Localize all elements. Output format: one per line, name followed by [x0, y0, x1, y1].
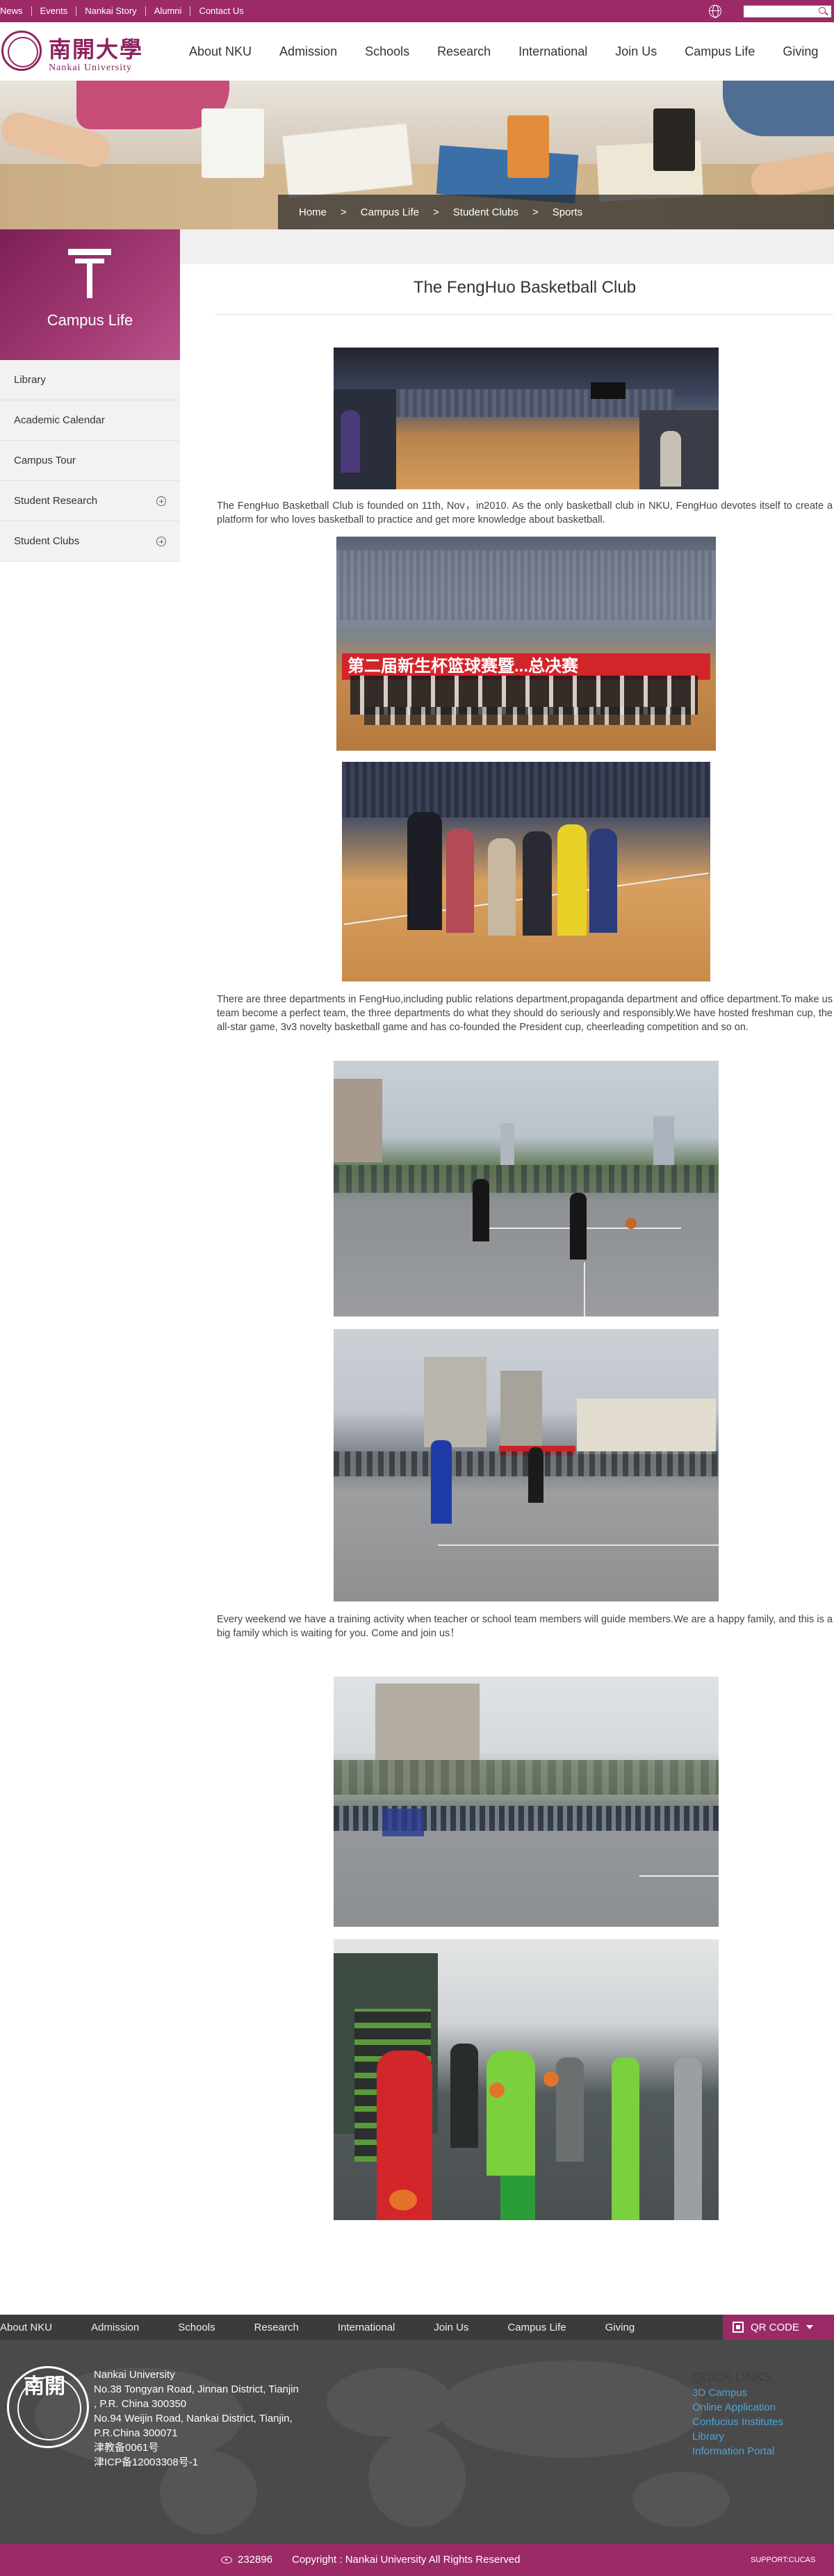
footer: 南開 Nankai University No.38 Tongyan Road,…	[0, 2340, 834, 2544]
photo-indoor-arena	[334, 348, 719, 489]
footer-address-line: , P.R. China 300350	[94, 2398, 187, 2410]
sidebar-item-label: Campus Tour	[14, 455, 76, 466]
footer-bottom-bar: 232896 Copyright : Nankai University All…	[0, 2544, 834, 2576]
title-divider	[215, 314, 834, 315]
search-input[interactable]	[744, 6, 831, 17]
photo-team-group-banner: 第二届新生杯篮球赛暨...总决赛	[336, 537, 716, 751]
sidebar-title: Campus Life	[47, 311, 133, 329]
top-link-events[interactable]: Events	[32, 6, 77, 16]
campus-life-emblem-icon	[68, 249, 111, 299]
photo-team-huddle	[342, 762, 710, 981]
visit-counter: 232896	[238, 2554, 273, 2566]
copyright-text: Copyright : Nankai University All Rights…	[292, 2554, 521, 2566]
main-nav: About NKU Admission Schools Research Int…	[189, 22, 818, 81]
photo-outdoor-game-1	[334, 1061, 719, 1316]
nav-about-nku[interactable]: About NKU	[189, 44, 252, 59]
footer-address-line: No.38 Tongyan Road, Jinnan District, Tia…	[94, 2383, 299, 2395]
nav-join-us[interactable]: Join Us	[615, 44, 657, 59]
logo-english-name[interactable]: Nankai University	[49, 63, 132, 74]
sidebar-item-student-research[interactable]: Student Research	[0, 481, 180, 521]
breadcrumb-separator: >	[341, 206, 347, 218]
photo-arcade-basketball	[334, 1939, 719, 2220]
footer-nav-campus-life[interactable]: Campus Life	[507, 2322, 566, 2333]
top-link-contact-us[interactable]: Contact Us	[190, 6, 252, 16]
footer-nav-admission[interactable]: Admission	[91, 2322, 139, 2333]
top-links: News Events Nankai Story Alumni Contact …	[0, 0, 252, 22]
header: 南開大學 Nankai University About NKU Admissi…	[0, 22, 834, 81]
sidebar-item-label: Student Clubs	[14, 535, 80, 547]
breadcrumb-student-clubs[interactable]: Student Clubs	[453, 206, 518, 218]
content-header-band	[180, 229, 834, 264]
nav-research[interactable]: Research	[437, 44, 491, 59]
quick-link-confucius-institutes[interactable]: Confucius Institutes	[692, 2415, 783, 2429]
footer-nav-about-nku[interactable]: About NKU	[0, 2322, 52, 2333]
quick-link-library[interactable]: Library	[692, 2429, 783, 2444]
university-seal-logo[interactable]	[1, 31, 42, 71]
footer-nav: About NKU Admission Schools Research Int…	[0, 2315, 834, 2340]
top-link-alumni[interactable]: Alumni	[146, 6, 191, 16]
sidebar-item-student-clubs[interactable]: Student Clubs	[0, 521, 180, 562]
sidebar-item-label: Student Research	[14, 495, 98, 507]
footer-address-line[interactable]: 津ICP备12003308号-1	[94, 2455, 344, 2470]
photo-outdoor-game-3	[334, 1677, 719, 1927]
article-paragraph-2: There are three departments in FengHuo,i…	[217, 994, 833, 1033]
banner-image: Home > Campus Life > Student Clubs > Spo…	[0, 81, 834, 229]
footer-nav-research[interactable]: Research	[254, 2322, 299, 2333]
sidebar-item-label: Academic Calendar	[14, 414, 105, 426]
footer-nav-schools[interactable]: Schools	[178, 2322, 215, 2333]
sidebar-item-label: Library	[14, 374, 46, 386]
nav-campus-life[interactable]: Campus Life	[685, 44, 755, 59]
sidebar-menu: Library Academic Calendar Campus Tour St…	[0, 360, 180, 562]
eye-icon	[221, 2557, 232, 2563]
article-title: The FengHuo Basketball Club	[413, 278, 637, 297]
footer-address-line: P.R.China 300071	[94, 2427, 178, 2439]
top-bar: News Events Nankai Story Alumni Contact …	[0, 0, 834, 22]
globe-icon[interactable]	[709, 5, 721, 18]
nav-international[interactable]: International	[518, 44, 587, 59]
breadcrumb-separator: >	[433, 206, 439, 218]
expand-plus-icon[interactable]	[156, 496, 166, 506]
quick-link-3d-campus[interactable]: 3D Campus	[692, 2386, 783, 2400]
sidebar-item-academic-calendar[interactable]: Academic Calendar	[0, 400, 180, 441]
footer-nav-join-us[interactable]: Join Us	[434, 2322, 468, 2333]
article-paragraph-1: The FengHuo Basketball Club is founded o…	[217, 500, 833, 525]
footer-nav-giving[interactable]: Giving	[605, 2322, 635, 2333]
qr-code-icon	[733, 2322, 744, 2333]
footer-address: Nankai University No.38 Tongyan Road, Ji…	[94, 2367, 344, 2470]
nav-giving[interactable]: Giving	[783, 44, 818, 59]
footer-address-line: Nankai University	[94, 2369, 175, 2381]
quick-links: 3D Campus Online Application Confucius I…	[692, 2386, 783, 2459]
quick-links-title: QUICK LINKS	[692, 2370, 772, 2384]
footer-nav-international[interactable]: International	[338, 2322, 395, 2333]
photo-outdoor-game-2	[334, 1329, 719, 1601]
nav-schools[interactable]: Schools	[365, 44, 409, 59]
breadcrumb-separator: >	[532, 206, 539, 218]
chevron-down-icon	[806, 2325, 814, 2329]
quick-link-online-application[interactable]: Online Application	[692, 2400, 783, 2415]
logo-chinese-name[interactable]: 南開大學	[49, 32, 143, 64]
quick-link-information-portal[interactable]: Information Portal	[692, 2444, 783, 2459]
breadcrumb-home[interactable]: Home	[299, 206, 327, 218]
top-link-nankai-story[interactable]: Nankai Story	[76, 6, 146, 16]
sidebar-header: Campus Life	[0, 229, 180, 360]
breadcrumb: Home > Campus Life > Student Clubs > Spo…	[278, 195, 834, 229]
footer-address-line: 津教备0061号	[94, 2442, 159, 2454]
breadcrumb-sports[interactable]: Sports	[553, 206, 582, 218]
breadcrumb-campus-life[interactable]: Campus Life	[361, 206, 419, 218]
support-link[interactable]: SUPPORT:CUCAS	[751, 2556, 815, 2564]
nav-admission[interactable]: Admission	[279, 44, 337, 59]
sidebar-item-campus-tour[interactable]: Campus Tour	[0, 441, 180, 481]
expand-plus-icon[interactable]	[156, 537, 166, 546]
sidebar-item-library[interactable]: Library	[0, 360, 180, 400]
footer-seal-text: 南開	[24, 2374, 65, 2399]
qr-code-label: QR CODE	[751, 2321, 800, 2333]
top-link-news[interactable]: News	[0, 6, 32, 16]
qr-code-button[interactable]: QR CODE	[723, 2315, 834, 2340]
footer-address-line: No.94 Weijin Road, Nankai District, Tian…	[94, 2413, 293, 2424]
search-icon[interactable]	[819, 7, 826, 14]
article-paragraph-3: Every weekend we have a training activit…	[217, 1614, 833, 1639]
